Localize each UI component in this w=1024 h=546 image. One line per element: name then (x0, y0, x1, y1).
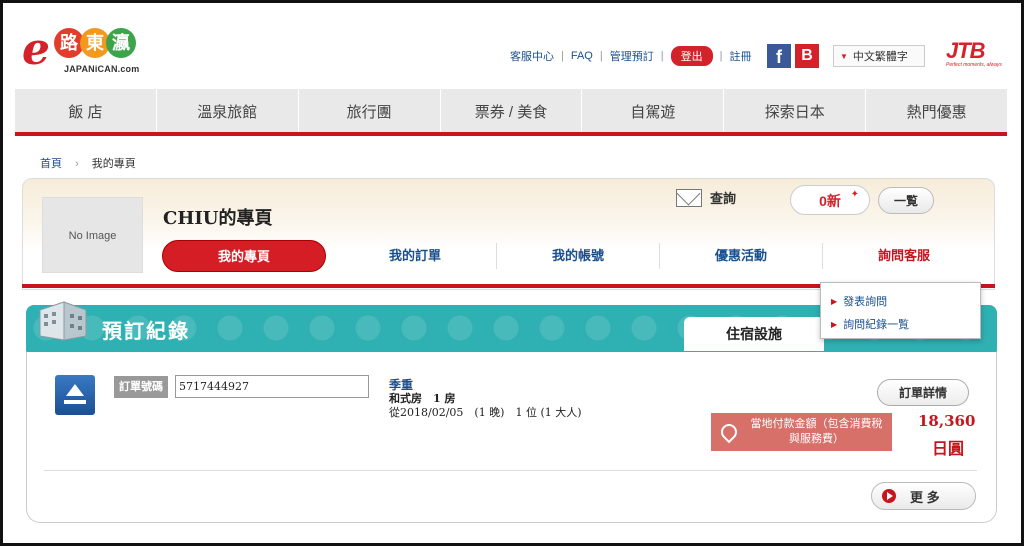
separator: | (719, 50, 723, 62)
separator: | (660, 50, 664, 62)
price-currency: 日圓 (932, 439, 965, 458)
nav-hot-deals[interactable]: 熱門優惠 (866, 89, 1007, 132)
breadcrumb: 首頁 › 我的專頁 (40, 155, 136, 171)
records-divider (44, 470, 977, 471)
more-button[interactable]: 更 多 (871, 482, 976, 510)
local-payment-label: 當地付款金額（包含消費稅與服務費） (750, 418, 883, 445)
logo-e-mark: e (22, 24, 50, 75)
language-select[interactable]: ▼ 中文繁體字 (833, 45, 925, 67)
tab-my-page[interactable]: 我的專頁 (162, 240, 326, 272)
tab-promotions[interactable]: 優惠活動 (660, 243, 823, 269)
link-register[interactable]: 註冊 (729, 48, 751, 64)
menu-item-label: 發表詢問 (843, 296, 888, 308)
location-pin-icon (717, 420, 741, 444)
inquiry-label: 查詢 (710, 191, 737, 206)
records-title: 預訂紀錄 (102, 321, 190, 343)
logout-button[interactable]: 登出 (670, 46, 713, 66)
jtb-logo-mark: JTB (946, 38, 986, 63)
site-logo[interactable]: e 路 東 瀛 JAPANiCAN.com (22, 22, 172, 77)
separator: | (599, 50, 603, 62)
dropdown-triangle-icon: ▼ (840, 51, 848, 61)
new-messages-count: 0新 (819, 193, 841, 209)
facebook-icon[interactable]: f (767, 44, 791, 68)
menu-item-inquiry-history[interactable]: ▶ 詢問紀錄一覧 (831, 316, 980, 332)
nav-tours[interactable]: 旅行團 (299, 89, 441, 132)
logo-char-3: 瀛 (106, 28, 136, 58)
link-faq[interactable]: FAQ (571, 50, 593, 62)
language-label: 中文繁體字 (852, 51, 908, 63)
top-links: 客服中心 | FAQ | 管理預訂 | 登出 | 註冊 (510, 46, 751, 66)
new-messages-button[interactable]: 0新 ✦ (790, 185, 870, 215)
menu-item-label: 詢問紀錄一覧 (843, 319, 910, 331)
nav-tickets-food[interactable]: 票券 / 美食 (441, 89, 583, 132)
bullet-triangle-icon: ▶ (831, 319, 838, 329)
hotel-booking-icon (55, 375, 95, 415)
mypage-tabs: 我的專頁 我的訂單 我的帳號 優惠活動 詢問客服 (155, 238, 985, 274)
more-label: 更 多 (910, 489, 940, 505)
separator: | (561, 50, 564, 62)
jtb-tagline: Perfect moments, always (946, 62, 1002, 68)
breadcrumb-current: 我的專頁 (91, 158, 136, 170)
message-list-button[interactable]: 一覧 (878, 187, 934, 214)
logo-subtext: JAPANiCAN.com (64, 64, 140, 74)
bullet-triangle-icon: ▶ (831, 296, 838, 306)
breadcrumb-home[interactable]: 首頁 (40, 158, 62, 170)
link-customer-service[interactable]: 客服中心 (510, 48, 554, 64)
order-number-value: 5717444927 (175, 375, 369, 398)
play-arrow-icon (882, 489, 896, 503)
breadcrumb-chevron-icon: › (75, 158, 79, 170)
profile-image-placeholder: No Image (42, 197, 143, 273)
local-payment-box: 當地付款金額（包含消費稅與服務費） (711, 413, 892, 451)
sparkle-icon: ✦ (850, 189, 859, 200)
main-nav: 飯 店 溫泉旅館 旅行團 票券 / 美食 自駕遊 探索日本 熱門優惠 (15, 89, 1007, 136)
stay-dates: 從2018/02/05 (1 晚) 1 位 (1 大人) (389, 406, 582, 419)
support-dropdown-menu: ▶ 發表詢問 ▶ 詢問紀錄一覧 (820, 282, 981, 339)
blog-icon[interactable]: B (795, 44, 819, 68)
tab-contact-support[interactable]: 詢問客服 (823, 243, 985, 269)
nav-onsen-ryokan[interactable]: 溫泉旅館 (157, 89, 299, 132)
nav-hotels[interactable]: 飯 店 (15, 89, 157, 132)
link-manage-booking[interactable]: 管理預訂 (610, 48, 654, 64)
mypage-title: CHIU的專頁 (163, 208, 273, 229)
envelope-icon (676, 188, 702, 207)
inquiry-link[interactable]: 查詢 (676, 188, 736, 207)
tab-my-orders[interactable]: 我的訂單 (334, 243, 497, 269)
menu-item-post-inquiry[interactable]: ▶ 發表詢問 (831, 293, 980, 309)
price-amount: 18,360 (918, 412, 976, 430)
jtb-logo[interactable]: JTB Perfect moments, always (946, 38, 1006, 78)
tab-my-account[interactable]: 我的帳號 (497, 243, 660, 269)
order-number-label: 訂單號碼 (114, 376, 168, 398)
building-icon (39, 301, 87, 341)
order-details-button[interactable]: 訂單詳情 (877, 379, 969, 406)
tab-lodging[interactable]: 住宿設施 (684, 317, 824, 352)
nav-self-drive[interactable]: 自駕遊 (582, 89, 725, 132)
nav-explore-japan[interactable]: 探索日本 (724, 89, 867, 132)
